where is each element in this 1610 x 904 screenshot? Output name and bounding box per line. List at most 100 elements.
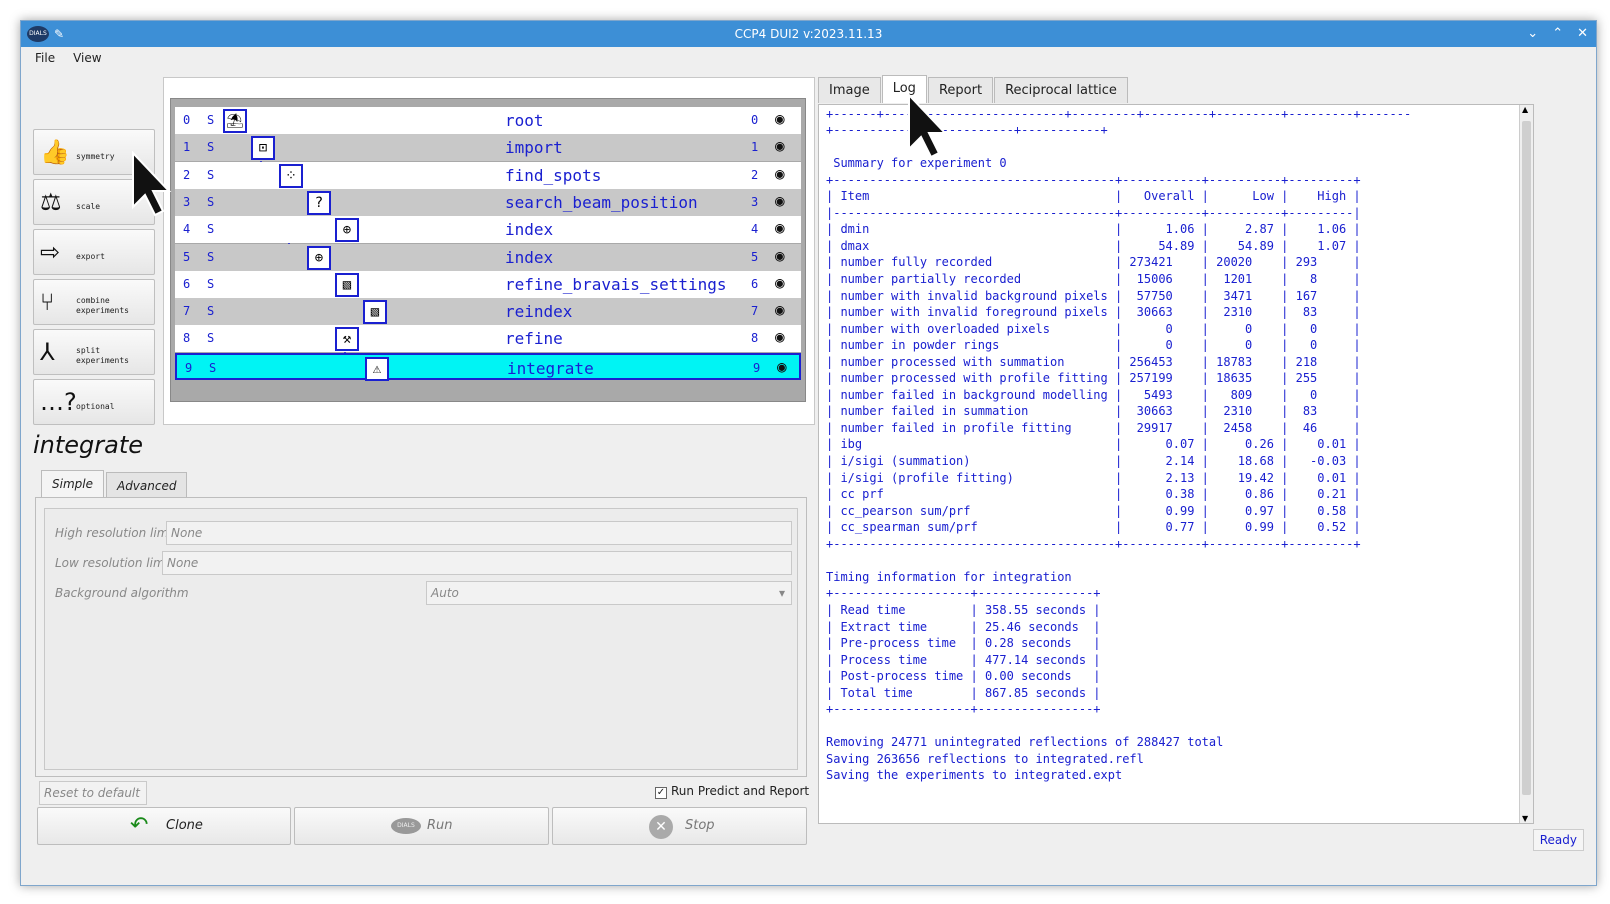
tree-node-root[interactable]: 0 S ⛱ root 0 ◉ xyxy=(175,107,801,134)
tree-node-refine_bravais_settings[interactable]: 6 S ▧ refine_bravais_settings 6 ◉ xyxy=(175,270,801,298)
eye-icon[interactable]: ◉ xyxy=(775,136,785,155)
low-res-input[interactable]: None xyxy=(162,551,792,575)
split-icon: ⅄ xyxy=(40,338,55,366)
node-name: search_beam_position xyxy=(505,192,698,212)
log-line: Saving the experiments to integrated.exp… xyxy=(826,768,1123,783)
run-predict-report[interactable]: ✓ Run Predict and Report xyxy=(655,784,809,799)
eye-icon[interactable]: ◉ xyxy=(775,327,785,346)
step-title: integrate xyxy=(33,431,144,459)
eye-icon[interactable]: ◉ xyxy=(775,218,785,237)
checkbox-checked-icon[interactable]: ✓ xyxy=(655,787,667,799)
minimize-icon[interactable]: ⌄ xyxy=(1527,21,1538,47)
node-index: 9 xyxy=(185,360,193,375)
tree-node-import[interactable]: 1 S ⊡ import 1 ◉ xyxy=(175,134,801,162)
tab-reciprocal-lattice[interactable]: Reciprocal lattice xyxy=(994,77,1128,103)
log-line: | i/sigi (summation) | 2.14 | 18.68 | -0… xyxy=(826,454,1361,469)
tree-node-refine[interactable]: 8 S ⚒ refine 8 ◉ xyxy=(175,325,801,353)
split-experiments-button[interactable]: ⅄ split experiments xyxy=(33,329,155,375)
eye-icon[interactable]: ◉ xyxy=(775,191,785,210)
log-line: | i/sigi (profile fitting) | 2.13 | 19.4… xyxy=(826,470,1361,485)
menu-bar: File View xyxy=(21,47,1596,69)
output-tabs: Image Log Report Reciprocal lattice xyxy=(818,75,1129,103)
scroll-thumb[interactable] xyxy=(1522,121,1531,795)
tree-node-reindex[interactable]: 7 S ▧ reindex 7 ◉ xyxy=(175,298,801,326)
log-line: | Read time | 358.55 seconds | xyxy=(826,602,1101,617)
balance-scale-icon: ⚖ xyxy=(40,188,62,216)
tree-node-index[interactable]: 4 S ⊕ index 4 ◉ xyxy=(175,216,801,244)
combine-experiments-button[interactable]: ⑂ combine experiments xyxy=(33,279,155,325)
high-res-input[interactable]: None xyxy=(166,521,792,545)
index-icon: ⊕ xyxy=(335,218,359,243)
node-status: S xyxy=(207,276,215,291)
node-status: S xyxy=(207,222,215,237)
eye-icon[interactable]: ◉ xyxy=(775,300,785,319)
scroll-down-icon[interactable]: ▼ xyxy=(1522,814,1528,823)
reset-to-default-button[interactable]: Reset to default xyxy=(39,781,147,805)
log-line: | number failed in profile fitting | 299… xyxy=(826,420,1361,435)
log-line: | Total time | 867.85 seconds | xyxy=(826,685,1101,700)
eye-icon[interactable]: ◉ xyxy=(777,357,787,376)
tree-node-find_spots[interactable]: 2 S ⁘ find_spots 2 ◉ xyxy=(175,161,801,189)
node-number: 3 xyxy=(751,194,759,209)
tree-node-search_beam_position[interactable]: 3 S? search_beam_position 3 ◉ xyxy=(175,188,801,216)
node-number: 2 xyxy=(751,167,759,182)
export-button[interactable]: ⇨ export xyxy=(33,229,155,275)
find-spots-icon: ⁘ xyxy=(279,163,303,188)
background-algorithm-label: Background algorithm xyxy=(55,586,189,600)
node-status: S xyxy=(207,304,215,319)
pin-icon[interactable]: ✎ xyxy=(54,21,64,47)
dials-logo-icon: DIALS xyxy=(27,26,49,42)
log-line: | number processed with summation | 2564… xyxy=(826,354,1361,369)
eye-icon[interactable]: ◉ xyxy=(775,273,785,292)
tab-image[interactable]: Image xyxy=(818,77,881,103)
node-index: 7 xyxy=(183,304,191,319)
log-line: | Item | Overall | Low | High | xyxy=(826,189,1361,204)
log-line: | number partially recorded | 15006 | 12… xyxy=(826,272,1361,287)
node-status: S xyxy=(207,113,215,127)
log-line: | number with invalid foreground pixels … xyxy=(826,305,1361,320)
log-line: | cc_pearson sum/prf | 0.99 | 0.97 | 0.5… xyxy=(826,503,1361,518)
background-algorithm-select[interactable]: Auto ▾ xyxy=(426,581,792,605)
high-res-label: High resolution limit xyxy=(55,526,177,540)
tab-advanced[interactable]: Advanced xyxy=(105,472,188,498)
refine-wrench-icon: ⚒ xyxy=(335,327,359,352)
log-line: Saving 263656 reflections to integrated.… xyxy=(826,751,1144,766)
node-number: 4 xyxy=(751,222,759,237)
node-name: reindex xyxy=(505,302,573,322)
optional-button[interactable]: …? optional xyxy=(33,379,155,425)
log-view[interactable]: | 19.42 | 0.86 | 0.24 |+------+---------… xyxy=(818,104,1534,824)
log-line: | dmin | 1.06 | 2.87 | 1.06 | xyxy=(826,222,1361,237)
question-icon: …? xyxy=(40,388,77,416)
scroll-up-icon[interactable]: ▲ xyxy=(1522,105,1528,114)
node-name: refine xyxy=(505,329,563,349)
eye-icon[interactable]: ◉ xyxy=(775,109,785,128)
clone-button[interactable]: ↶ Clone xyxy=(37,807,291,845)
export-arrow-icon: ⇨ xyxy=(40,238,61,266)
tree-node-index[interactable]: 5 S ⊕ index 5 ◉ xyxy=(175,243,801,271)
chevron-down-icon: ▾ xyxy=(778,586,785,600)
maximize-icon[interactable]: ⌃ xyxy=(1552,21,1563,47)
menu-view[interactable]: View xyxy=(73,47,101,69)
node-number: 8 xyxy=(751,331,759,346)
menu-file[interactable]: File xyxy=(35,47,55,69)
node-status: S xyxy=(207,249,215,264)
status-label: Ready xyxy=(1532,829,1584,851)
log-line: | ibg | 0.07 | 0.26 | 0.01 | xyxy=(826,437,1361,452)
log-line: +-------------------+----------------+ xyxy=(826,702,1101,717)
run-button[interactable]: DIALS Run xyxy=(294,807,549,845)
close-icon[interactable]: ✕ xyxy=(1577,21,1588,47)
eye-icon[interactable]: ◉ xyxy=(775,246,785,265)
stop-button[interactable]: ✕ Stop xyxy=(552,807,807,845)
node-number: 0 xyxy=(751,113,759,127)
tab-simple[interactable]: Simple xyxy=(41,470,104,498)
node-index: 6 xyxy=(183,276,191,291)
log-scrollbar[interactable]: ▲ ▼ xyxy=(1519,105,1533,823)
mouse-pointer-icon xyxy=(132,151,172,217)
import-icon: ⊡ xyxy=(251,136,275,161)
eye-icon[interactable]: ◉ xyxy=(775,164,785,183)
param-tabs: Simple Advanced xyxy=(41,470,189,498)
node-name: find_spots xyxy=(505,165,602,185)
tree-node-integrate[interactable]: 9 S ⚠ integrate 9 ◉ xyxy=(175,352,801,381)
log-line: | cc prf | 0.38 | 0.86 | 0.21 | xyxy=(826,487,1361,502)
